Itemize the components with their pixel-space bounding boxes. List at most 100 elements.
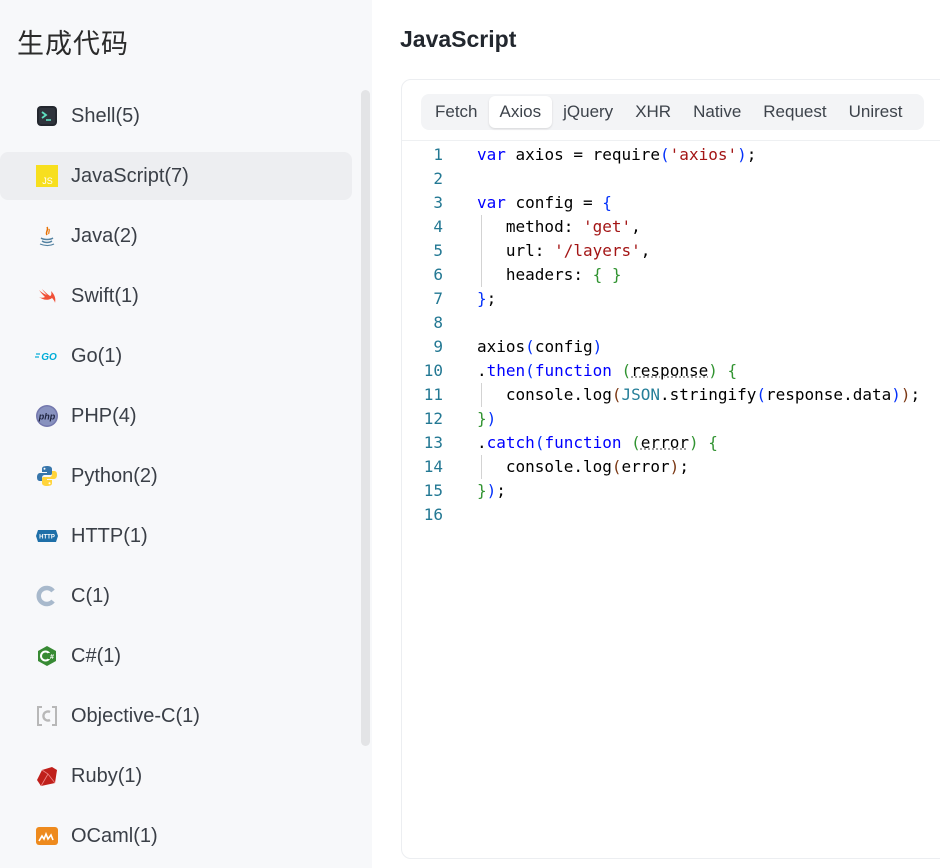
line-number: 2 — [402, 167, 443, 191]
line-number: 13 — [402, 431, 443, 455]
code-line: 8 — [402, 311, 940, 335]
code-text: }) — [477, 407, 496, 431]
sidebar-item-php[interactable]: php PHP(4) — [0, 392, 352, 440]
sidebar-item-csharp[interactable]: # C#(1) — [0, 632, 352, 680]
page-title: JavaScript — [400, 26, 516, 53]
code-text: axios(config) — [477, 335, 602, 359]
javascript-icon: JS — [35, 164, 59, 188]
line-number: 16 — [402, 503, 443, 527]
line-number: 6 — [402, 263, 443, 287]
sidebar-item-go[interactable]: GO Go(1) — [0, 332, 352, 380]
sidebar: 生成代码 Shell(5) JS JavaScript(7) Java(2) S… — [0, 0, 372, 868]
code-text: }); — [477, 479, 506, 503]
sidebar-item-ocaml[interactable]: OCaml(1) — [0, 812, 352, 860]
swift-icon — [35, 284, 59, 308]
sidebar-scrollbar[interactable] — [361, 90, 370, 746]
line-number: 4 — [402, 215, 443, 239]
line-number: 1 — [402, 143, 443, 167]
code-variant-tabs: Fetch Axios jQuery XHR Native Request Un… — [421, 94, 924, 130]
line-number: 10 — [402, 359, 443, 383]
code-line: 12}) — [402, 407, 940, 431]
code-text: }; — [477, 287, 496, 311]
tab-request[interactable]: Request — [752, 96, 837, 128]
tab-fetch[interactable]: Fetch — [424, 96, 489, 128]
code-text: headers: { } — [477, 263, 622, 287]
python-icon — [35, 464, 59, 488]
code-line: 15}); — [402, 479, 940, 503]
tab-native[interactable]: Native — [682, 96, 752, 128]
svg-text:php: php — [38, 412, 56, 422]
sidebar-item-shell[interactable]: Shell(5) — [0, 92, 352, 140]
sidebar-item-swift[interactable]: Swift(1) — [0, 272, 352, 320]
sidebar-item-c[interactable]: C(1) — [0, 572, 352, 620]
code-text: url: '/layers', — [477, 239, 650, 263]
sidebar-item-objective-c[interactable]: Objective-C(1) — [0, 692, 352, 740]
tab-unirest[interactable]: Unirest — [838, 96, 914, 128]
sidebar-item-label: C(1) — [71, 585, 110, 608]
code-panel: Fetch Axios jQuery XHR Native Request Un… — [401, 79, 940, 859]
svg-text:#: # — [50, 654, 54, 661]
line-number: 8 — [402, 311, 443, 335]
sidebar-item-http[interactable]: HTTP HTTP(1) — [0, 512, 352, 560]
line-number: 7 — [402, 287, 443, 311]
sidebar-item-label: Objective-C(1) — [71, 705, 200, 728]
ruby-icon — [35, 764, 59, 788]
sidebar-item-javascript[interactable]: JS JavaScript(7) — [0, 152, 352, 200]
line-number: 15 — [402, 479, 443, 503]
code-text: var config = { — [477, 191, 612, 215]
csharp-icon: # — [35, 644, 59, 668]
sidebar-item-label: Ruby(1) — [71, 765, 142, 788]
code-line: 14 console.log(error); — [402, 455, 940, 479]
line-number: 12 — [402, 407, 443, 431]
objective-c-icon — [35, 704, 59, 728]
code-line: 7}; — [402, 287, 940, 311]
svg-text:GO: GO — [41, 352, 57, 363]
sidebar-item-label: Python(2) — [71, 465, 158, 488]
tab-xhr[interactable]: XHR — [624, 96, 682, 128]
ocaml-icon — [35, 824, 59, 848]
line-number: 5 — [402, 239, 443, 263]
line-number: 14 — [402, 455, 443, 479]
sidebar-title: 生成代码 — [17, 22, 129, 61]
sidebar-item-label: Java(2) — [71, 225, 138, 248]
code-line: 10 .then(function (response) { — [402, 359, 940, 383]
line-number: 11 — [402, 383, 443, 407]
terminal-icon — [35, 104, 59, 128]
code-line: 13 .catch(function (error) { — [402, 431, 940, 455]
tab-axios[interactable]: Axios — [489, 96, 553, 128]
sidebar-item-label: PHP(4) — [71, 405, 137, 428]
sidebar-item-label: JavaScript(7) — [71, 165, 189, 188]
sidebar-item-label: Go(1) — [71, 345, 122, 368]
sidebar-item-label: OCaml(1) — [71, 825, 158, 848]
java-icon — [35, 224, 59, 248]
code-text: console.log(error); — [477, 455, 689, 479]
tab-jquery[interactable]: jQuery — [552, 96, 624, 128]
sidebar-item-label: Shell(5) — [71, 105, 140, 128]
language-list: Shell(5) JS JavaScript(7) Java(2) Swift(… — [0, 92, 352, 868]
code-text: var axios = require('axios'); — [477, 143, 756, 167]
code-line: 5 url: '/layers', — [402, 239, 940, 263]
sidebar-item-python[interactable]: Python(2) — [0, 452, 352, 500]
divider — [402, 140, 940, 141]
code-line: 4 method: 'get', — [402, 215, 940, 239]
svg-text:JS: JS — [42, 176, 53, 186]
code-line: 11 console.log(JSON.stringify(response.d… — [402, 383, 940, 407]
code-text: .catch(function (error) { — [477, 431, 718, 455]
svg-text:HTTP: HTTP — [39, 535, 55, 541]
sidebar-item-label: C#(1) — [71, 645, 121, 668]
code-text: console.log(JSON.stringify(response.data… — [477, 383, 920, 407]
code-line: 6 headers: { } — [402, 263, 940, 287]
code-text: .then(function (response) { — [477, 359, 737, 383]
sidebar-item-ruby[interactable]: Ruby(1) — [0, 752, 352, 800]
code-line: 3 var config = { — [402, 191, 940, 215]
code-text: method: 'get', — [477, 215, 641, 239]
c-icon — [35, 584, 59, 608]
sidebar-item-label: Swift(1) — [71, 285, 139, 308]
code-line: 1 var axios = require('axios'); — [402, 143, 940, 167]
code-line: 9 axios(config) — [402, 335, 940, 359]
line-number: 3 — [402, 191, 443, 215]
sidebar-item-label: HTTP(1) — [71, 525, 148, 548]
code-editor[interactable]: 1 var axios = require('axios'); 2 3 var conf… — [402, 143, 940, 527]
sidebar-item-java[interactable]: Java(2) — [0, 212, 352, 260]
code-line: 16 — [402, 503, 940, 527]
